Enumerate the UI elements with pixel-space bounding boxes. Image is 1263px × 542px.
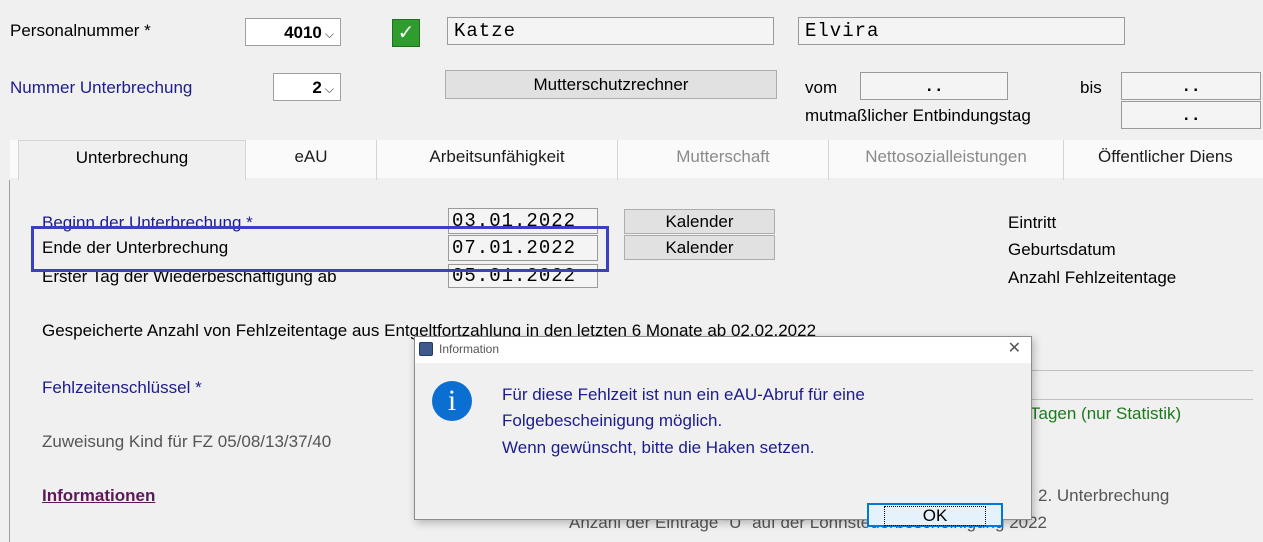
dialog-titlebar: Information ✕: [415, 337, 1031, 361]
eintritt-label: Eintritt: [1008, 213, 1057, 232]
unterbrechung-number-value: 2: [312, 78, 322, 97]
fehlzeitentage-label: Anzahl Fehlzeitentage: [1008, 268, 1177, 287]
bis-label: bis: [1080, 78, 1102, 97]
app-icon: [419, 342, 433, 356]
dialog-message-line3: Wenn gewünscht, bitte die Haken setzen.: [502, 438, 815, 457]
bis-date-value: . .: [1183, 76, 1199, 95]
bis-date-field[interactable]: . .: [1121, 72, 1261, 100]
dialog-message-line2: Folgebescheinigung möglich.: [502, 411, 723, 430]
personalnummer-label: Personalnummer *: [10, 21, 151, 40]
mutterschutzrechner-button[interactable]: Mutterschutzrechner: [445, 70, 777, 99]
geburtsdatum-label: Geburtsdatum: [1008, 240, 1116, 259]
entbindungstag-label: mutmaßlicher Entbindungstag: [805, 106, 1031, 125]
tab-mutterschaft[interactable]: Mutterschaft: [618, 140, 829, 180]
kalender-button-beginn[interactable]: Kalender: [624, 209, 775, 234]
kalender-button-ende[interactable]: Kalender: [624, 235, 775, 260]
lastname-value: Katze: [454, 20, 517, 42]
fehlzeitenschluessel-label: Fehlzeitenschlüssel *: [42, 378, 202, 397]
tab-nettosozialleistungen[interactable]: Nettosozialleistungen: [829, 140, 1064, 180]
vom-label: vom: [805, 78, 838, 97]
tab-oeffentlicher-dienst[interactable]: Öffentlicher Diens: [1064, 140, 1263, 180]
firstname-field[interactable]: Elvira: [798, 17, 1125, 45]
firstname-value: Elvira: [805, 20, 880, 42]
dialog-title: Information: [439, 342, 500, 356]
ok-button[interactable]: OK: [867, 503, 1003, 527]
lastname-field[interactable]: Katze: [447, 17, 774, 45]
information-dialog: Information ✕ i Für diese Fehlzeit ist n…: [414, 336, 1032, 527]
tab-arbeitsunfaehigkeit[interactable]: Arbeitsunfähigkeit: [377, 140, 618, 180]
unterbrechung-2-text: 2. Unterbrechung: [1038, 486, 1170, 505]
unterbrechung-number-dropdown[interactable]: 2 ⌵: [273, 73, 341, 101]
tab-eau[interactable]: eAU: [246, 140, 377, 180]
highlight-box: [31, 226, 609, 272]
zuweisung-kind-label: Zuweisung Kind für FZ 05/08/13/37/40: [42, 432, 332, 451]
ok-label: OK: [883, 506, 987, 526]
unterbrechung-number-label: Nummer Unterbrechung: [10, 78, 193, 97]
tagen-statistik-text: Tagen (nur Statistik): [1030, 404, 1182, 423]
fehlzeitenschluessel-field[interactable]: [1030, 370, 1253, 400]
close-icon[interactable]: ✕: [1008, 337, 1021, 361]
checkmark-icon[interactable]: ✓: [392, 19, 420, 47]
personalnummer-dropdown[interactable]: 4010 ⌵: [245, 18, 341, 46]
vom-date-value: . .: [926, 76, 942, 95]
dialog-message-line1: Für diese Fehlzeit ist nun ein eAU-Abruf…: [502, 385, 865, 404]
entbindungstag-value: . .: [1183, 105, 1199, 124]
chevron-down-icon: ⌵: [324, 27, 334, 41]
left-edge-divider: [9, 180, 10, 542]
chevron-down-icon: ⌵: [324, 82, 334, 96]
info-icon: i: [432, 381, 472, 421]
informationen-link[interactable]: Informationen: [42, 486, 155, 506]
personalnummer-value: 4010: [284, 23, 322, 42]
tab-unterbrechung[interactable]: Unterbrechung: [18, 140, 246, 182]
tab-bar: Unterbrechung eAU Arbeitsunfähigkeit Mut…: [10, 140, 1263, 182]
entbindungstag-field[interactable]: . .: [1121, 101, 1261, 129]
vom-date-field[interactable]: . .: [860, 72, 1008, 100]
dialog-body: i Für diese Fehlzeit ist nun ein eAU-Abr…: [415, 363, 1031, 527]
